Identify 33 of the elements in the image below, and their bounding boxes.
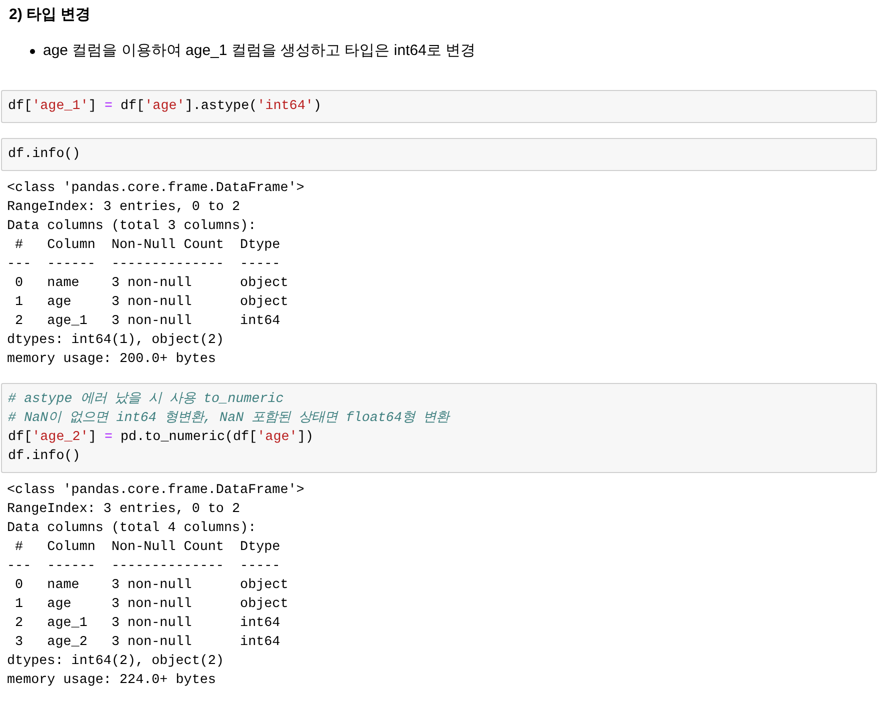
output-line: 1 age 3 non-null object [14,294,288,312]
code-line: df['age_1'] = df['age'].astype('int64') [8,98,322,116]
output-line: # Column Non-Null Count Dtype [14,237,282,255]
code-line: df['age_2'] = pd.to_numeric(df['age']) [8,429,314,447]
output-line: 2 age_1 3 non-null int64 [14,313,282,331]
output-line: dtypes: int64(1), object(2) [7,332,224,350]
code-comment: # astype 에러 났을 시 사용 to_numeric [8,391,284,409]
output-line: # Column Non-Null Count Dtype [14,539,282,557]
bullet-text: age 컬럼을 이용하여 age_1 컬럼을 생성하고 타입은 int64로 변경 [43,41,476,61]
output-line: Data columns (total 4 columns): [7,520,256,538]
code-cell[interactable]: # astype 에러 났을 시 사용 to_numeric # NaN이 없으면 int64 형변환, NaN 포함된 상태면 float64형 변환 df['age_2'] = pd.to_numeric(df['age']) df.info() [1,383,877,473]
output-line: <class 'pandas.core.frame.DataFrame'> [7,180,304,198]
output-line: 2 age_1 3 non-null int64 [14,615,282,633]
output-line: <class 'pandas.core.frame.DataFrame'> [7,482,304,500]
code-cell[interactable]: df['age_1'] = df['age'].astype('int64') [1,90,877,123]
output-line: Data columns (total 3 columns): [7,218,256,236]
code-comment: # NaN이 없으면 int64 형변환, NaN 포함된 상태면 float64형 변환 [8,410,450,428]
output-line: --- ------ -------------- ----- [7,558,282,576]
output-line: RangeIndex: 3 entries, 0 to 2 [7,501,240,519]
code-cell[interactable]: df.info() [1,138,877,171]
output-line: --- ------ -------------- ----- [7,256,282,274]
bullet-icon [30,48,35,54]
output-line: dtypes: int64(2), object(2) [7,653,224,671]
output-line: 3 age_2 3 non-null int64 [14,634,282,652]
output-line: 0 name 3 non-null object [14,577,288,595]
code-line: df.info() [8,146,80,164]
output-line: memory usage: 200.0+ bytes [7,351,216,369]
output-line: memory usage: 224.0+ bytes [7,672,216,690]
output-line: 1 age 3 non-null object [14,596,288,614]
output-line: RangeIndex: 3 entries, 0 to 2 [7,199,240,217]
output-line: 0 name 3 non-null object [14,275,288,293]
code-line: df.info() [8,448,80,466]
section-heading: 2) 타입 변경 [9,5,92,25]
